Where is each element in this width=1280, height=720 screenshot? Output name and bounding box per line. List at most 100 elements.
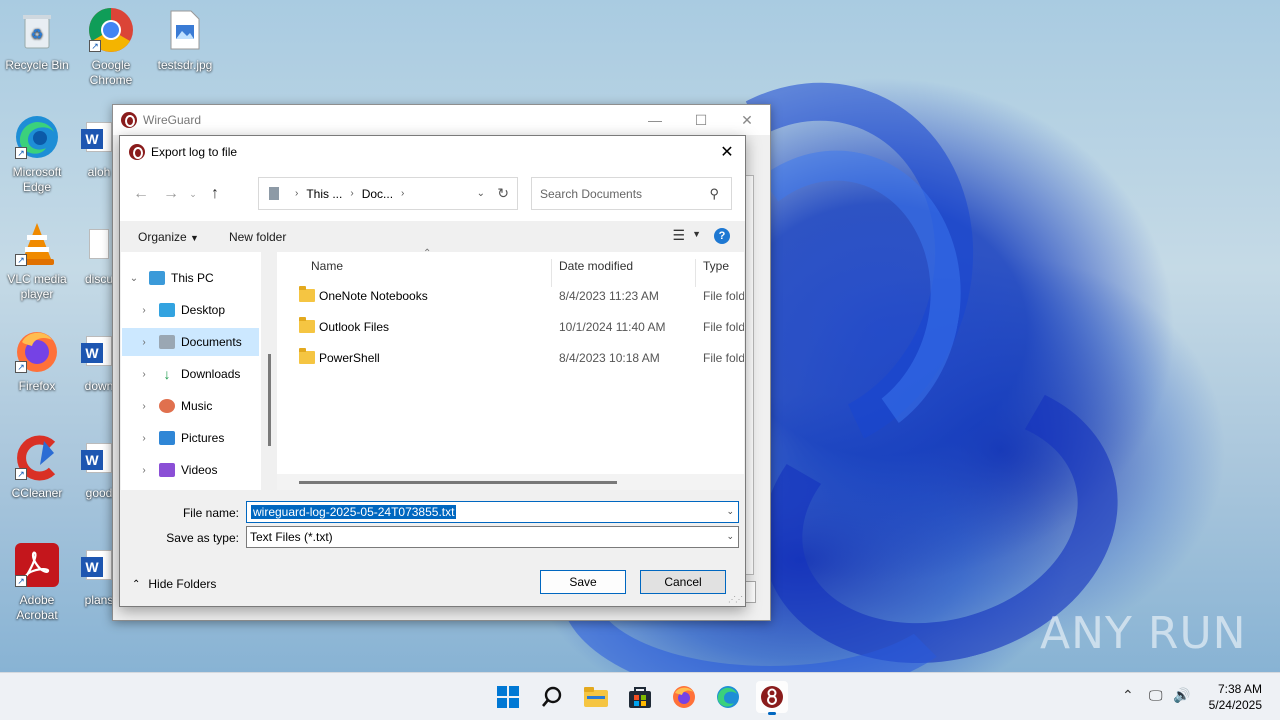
- save-type-select[interactable]: Text Files (*.txt) ⌄: [246, 526, 739, 548]
- address-bar[interactable]: › This ... › Doc... › ⌄ ↻: [258, 177, 518, 210]
- clock-date: 5/24/2025: [1208, 698, 1262, 712]
- desktop-icon-label: testsdr.jpg: [157, 58, 213, 72]
- wireguard-taskbar-icon[interactable]: [756, 681, 788, 715]
- wireguard-titlebar: WireGuard — ☐ ✕: [113, 105, 770, 135]
- file-type: File folder: [703, 351, 744, 365]
- firefox-taskbar-icon[interactable]: [668, 681, 700, 713]
- view-dropdown-icon[interactable]: ▼: [692, 229, 701, 239]
- documents-folder-icon: [159, 335, 175, 349]
- hide-folders-toggle[interactable]: ⌃ Hide Folders: [132, 577, 216, 591]
- collapsed-chevron-icon[interactable]: ›: [135, 433, 153, 444]
- new-folder-button[interactable]: New folder: [217, 230, 304, 244]
- file-name-field[interactable]: wireguard-log-2025-05-24T073855.txt ⌄: [246, 501, 739, 523]
- tree-item-downloads[interactable]: › ↓ Downloads: [135, 360, 259, 388]
- image-file-icon: [161, 6, 209, 54]
- collapsed-chevron-icon[interactable]: ›: [135, 369, 153, 380]
- file-name-value: wireguard-log-2025-05-24T073855.txt: [251, 505, 457, 519]
- collapsed-chevron-icon[interactable]: ›: [135, 337, 153, 348]
- desktop-icon-firefox[interactable]: ↗ Firefox: [0, 327, 74, 394]
- view-options-icon[interactable]: ☰: [672, 227, 685, 244]
- address-dropdown-chevron-icon[interactable]: ⌄: [477, 188, 485, 199]
- forward-arrow-icon[interactable]: →: [156, 179, 186, 209]
- desktop-icon-vlc[interactable]: ↗ VLC media player: [0, 220, 74, 302]
- desktop-icon-ccleaner[interactable]: ↗ CCleaner: [0, 434, 74, 501]
- collapsed-chevron-icon[interactable]: ›: [135, 305, 153, 316]
- navigation-bar: ← → ⌄ ↑ › This ... › Doc... › ⌄ ↻ Search…: [120, 167, 745, 221]
- folder-icon: [299, 286, 315, 302]
- file-row[interactable]: OneNote Notebooks 8/4/2023 11:23 AM File…: [277, 281, 744, 312]
- downloads-folder-icon: ↓: [163, 366, 171, 382]
- organize-menu[interactable]: Organize ▼: [120, 230, 217, 244]
- desktop-icon-label: Google Chrome: [89, 58, 133, 87]
- start-windows-icon[interactable]: [492, 681, 524, 713]
- ccleaner-icon: ↗: [13, 434, 61, 482]
- horizontal-scrollbar[interactable]: [299, 481, 617, 484]
- file-name-row: File name: wireguard-log-2025-05-24T0738…: [120, 501, 746, 525]
- wireguard-logo-icon: [121, 112, 137, 128]
- file-row[interactable]: Outlook Files 10/1/2024 11:40 AM File fo…: [277, 312, 744, 343]
- tree-item-label: Videos: [181, 463, 218, 477]
- documents-location-icon: [269, 187, 279, 200]
- file-name-label: File name:: [182, 506, 239, 520]
- desktop-icon-label: Recycle Bin: [5, 58, 69, 72]
- up-arrow-icon[interactable]: ↑: [200, 179, 230, 209]
- collapsed-chevron-icon[interactable]: ›: [135, 401, 153, 412]
- microsoft-store-icon[interactable]: [624, 681, 656, 713]
- collapsed-chevron-icon[interactable]: ›: [135, 465, 153, 476]
- folder-icon: [299, 348, 315, 364]
- file-explorer-icon[interactable]: [580, 681, 612, 713]
- cancel-button[interactable]: Cancel: [640, 570, 726, 594]
- search-icon[interactable]: [536, 681, 568, 713]
- back-arrow-icon[interactable]: ←: [126, 179, 156, 209]
- maximize-icon[interactable]: ☐: [678, 105, 724, 135]
- recent-locations-chevron-icon[interactable]: ⌄: [186, 179, 200, 209]
- edge-icon: ↗: [13, 113, 61, 161]
- search-input[interactable]: Search Documents ⚲: [531, 177, 732, 210]
- breadcrumb-documents[interactable]: Doc...: [362, 187, 393, 201]
- dialog-close-icon[interactable]: ✕: [709, 136, 745, 167]
- save-button[interactable]: Save: [540, 570, 626, 594]
- videos-folder-icon: [159, 463, 175, 477]
- dialog-toolbar: Organize ▼ New folder ☰ ▼ ?: [120, 221, 745, 252]
- tree-item-pictures[interactable]: › Pictures: [135, 424, 259, 452]
- help-icon[interactable]: ?: [714, 228, 730, 244]
- tree-item-desktop[interactable]: › Desktop: [135, 296, 259, 324]
- tree-item-videos[interactable]: › Videos: [135, 456, 259, 484]
- wireguard-title: WireGuard: [143, 113, 202, 127]
- column-header-date[interactable]: Date modified: [559, 259, 633, 273]
- edge-taskbar-icon[interactable]: [712, 681, 744, 713]
- desktop-icon-testsdr[interactable]: testsdr.jpg: [148, 6, 222, 73]
- expand-chevron-icon[interactable]: ⌄: [125, 273, 143, 284]
- pc-icon: [149, 271, 165, 285]
- save-type-dropdown-chevron-icon[interactable]: ⌄: [726, 531, 734, 542]
- minimize-icon[interactable]: —: [632, 105, 678, 135]
- column-header-type[interactable]: Type: [703, 259, 729, 273]
- show-hidden-icons-chevron-icon[interactable]: ⌃: [1122, 687, 1134, 704]
- volume-icon[interactable]: 🔊: [1173, 687, 1190, 704]
- save-type-label: Save as type:: [166, 531, 239, 545]
- file-date: 8/4/2023 11:23 AM: [559, 289, 659, 303]
- breadcrumb-this-pc[interactable]: This ...: [306, 187, 342, 201]
- desktop-icon-google-chrome[interactable]: ↗ Google Chrome: [74, 6, 148, 88]
- navigation-scrollbar[interactable]: [268, 354, 271, 446]
- network-icon[interactable]: 🖵: [1149, 687, 1163, 704]
- navigation-pane: ⌄ This PC › Desktop › Documents › ↓ Down…: [121, 252, 261, 490]
- tree-item-documents[interactable]: › Documents: [122, 328, 259, 356]
- file-row[interactable]: PowerShell 8/4/2023 10:18 AM File folder: [277, 343, 744, 374]
- column-header-name[interactable]: Name: [311, 259, 343, 273]
- tree-item-this-pc[interactable]: ⌄ This PC: [125, 264, 263, 292]
- resize-grip-icon[interactable]: ⋰⋰: [728, 595, 743, 604]
- file-name: Outlook Files: [319, 320, 390, 334]
- desktop-icon-microsoft-edge[interactable]: ↗ Microsoft Edge: [0, 113, 74, 195]
- system-clock[interactable]: 7:38 AM 5/24/2025: [1209, 681, 1262, 713]
- desktop-icon-recycle-bin[interactable]: ♻ Recycle Bin: [0, 6, 74, 73]
- recycle-bin-icon: ♻: [13, 6, 61, 54]
- anyrun-watermark: ANY RUN: [1040, 608, 1247, 659]
- close-icon[interactable]: ✕: [724, 105, 770, 135]
- file-name-dropdown-chevron-icon[interactable]: ⌄: [726, 506, 734, 517]
- refresh-icon[interactable]: ↻: [497, 185, 509, 202]
- export-log-dialog: Export log to file ✕ ← → ⌄ ↑ › This ... …: [119, 135, 746, 607]
- desktop-icon-adobe-acrobat[interactable]: ↗ Adobe Acrobat: [0, 541, 74, 623]
- search-placeholder: Search Documents: [540, 186, 643, 201]
- tree-item-music[interactable]: › Music: [135, 392, 259, 420]
